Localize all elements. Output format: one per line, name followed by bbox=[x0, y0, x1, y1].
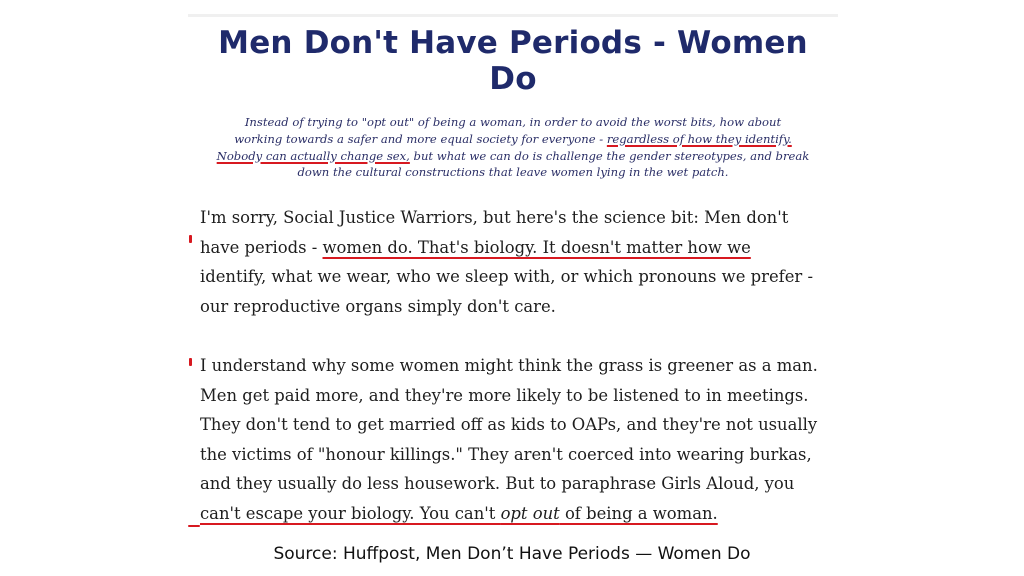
body-p1-line-4: our reproductive organs simply don't car… bbox=[200, 296, 556, 316]
body-p1-line-2-text: have periods - bbox=[200, 237, 323, 257]
image-source-caption: Source: Huffpost, Men Don’t Have Periods… bbox=[273, 544, 751, 564]
standfirst-underlined-identify: regardless of how they identify. bbox=[606, 131, 792, 146]
body-p2-line-6-text: can't escape your biology. You can't bbox=[200, 503, 501, 523]
body-p2-line-6-end: of being a woman. bbox=[559, 503, 718, 523]
body-underlined-biology: women do. That's biology. It doesn't mat… bbox=[322, 237, 751, 257]
article-headline: Men Don't Have Periods - Women Do bbox=[188, 25, 838, 97]
body-p2-line-1: I understand why some women might think … bbox=[200, 355, 818, 375]
body-p1-line-1: I'm sorry, Social Justice Warriors, but … bbox=[200, 208, 789, 227]
margin-annotation-mark-1 bbox=[189, 235, 192, 243]
body-underlined-opt-out: can't escape your biology. You can't opt… bbox=[200, 499, 830, 529]
standfirst-line-1: Instead of trying to "opt out" of being … bbox=[244, 115, 782, 129]
article-screenshot: Men Don't Have Periods - Women Do Instea… bbox=[188, 14, 838, 539]
standfirst-line-2: working towards a safer and more equal s… bbox=[188, 131, 838, 148]
headline-line-1: Men Don't Have Periods - Women bbox=[218, 25, 808, 61]
article-standfirst: Instead of trying to "opt out" of being … bbox=[188, 114, 838, 181]
body-p2-line-3: They don't tend to get married off as ki… bbox=[200, 415, 818, 435]
article-body: I'm sorry, Social Justice Warriors, but … bbox=[200, 203, 830, 529]
body-p2-line-4: the victims of "honour killings." They a… bbox=[200, 444, 812, 464]
body-p2-line-5: and they usually do less housework. But … bbox=[200, 474, 795, 494]
body-p1-line-2: have periods - women do. That's biology.… bbox=[200, 233, 830, 263]
standfirst-underlined-change-sex: Nobody can actually change sex, bbox=[216, 148, 410, 163]
body-p1-line-3: identify, what we wear, who we sleep wit… bbox=[200, 267, 813, 287]
standfirst-line-3: Nobody can actually change sex, but what… bbox=[188, 148, 838, 165]
underline-lead-in bbox=[188, 525, 200, 527]
body-p2-line-2: Men get paid more, and they're more like… bbox=[200, 385, 809, 405]
standfirst-line-2-text: working towards a safer and more equal s… bbox=[234, 131, 607, 146]
margin-annotation-mark-2 bbox=[189, 358, 192, 366]
standfirst-line-4: down the cultural constructions that lea… bbox=[297, 165, 729, 180]
standfirst-line-3-text: but what we can do is challenge the gend… bbox=[409, 148, 810, 163]
headline-line-2: Do bbox=[489, 61, 537, 97]
body-italic-opt-out: opt out bbox=[500, 503, 560, 523]
